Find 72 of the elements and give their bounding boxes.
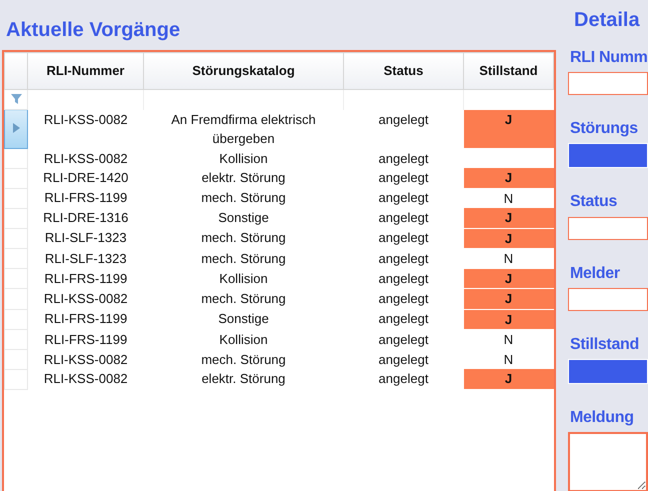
column-header[interactable]: Status: [344, 52, 464, 90]
table-cell-text: mech. Störung: [200, 250, 287, 268]
table-cell: J: [464, 268, 554, 288]
table-cell-text: elektr. Störung: [200, 169, 286, 187]
table-cell-text: elektr. Störung: [200, 370, 286, 388]
table-cell-text: mech. Störung: [200, 189, 287, 207]
table-cell: RLI-KSS-0082: [28, 110, 144, 148]
input-field[interactable]: [568, 72, 648, 96]
dropdown-field[interactable]: [568, 143, 648, 168]
table-cell-text: mech. Störung: [200, 290, 287, 308]
table-cell-text: angelegt: [378, 270, 430, 288]
panel-title: Aktuelle Vorgänge: [6, 18, 182, 42]
table-cell-text: angelegt: [378, 350, 430, 369]
column-header[interactable]: Störungskatalog: [144, 52, 344, 90]
table-cell: J: [464, 288, 554, 309]
table-cell-text: angelegt: [378, 370, 430, 388]
table-cell-text: angelegt: [378, 310, 430, 328]
input-field[interactable]: [568, 216, 648, 240]
table-cell: RLI-FRS-1199: [28, 268, 144, 288]
text-area[interactable]: [568, 432, 648, 491]
table-cell: J: [464, 208, 554, 228]
field-label: Melder: [570, 264, 621, 283]
field-label: RLI Numm: [570, 48, 648, 68]
table-cell-text: Kollision: [218, 330, 269, 348]
table-cell-text: angelegt: [378, 150, 430, 168]
table-cell: RLI-KSS-0082: [28, 288, 144, 309]
table-cell: J: [464, 228, 554, 248]
row-header[interactable]: [4, 110, 28, 148]
table-cell-text: mech. Störung: [200, 350, 287, 369]
current-row-icon: [12, 123, 20, 133]
table-cell-text: angelegt: [378, 229, 430, 247]
table-cell: N: [464, 350, 554, 369]
table-cell-text: mech. Störung: [200, 229, 287, 247]
filter-icon[interactable]: [10, 94, 22, 104]
table-cell-text: angelegt: [378, 250, 430, 268]
table-cell: RLI-KSS-0082: [28, 369, 144, 389]
table-cell: RLI-SLF-1323: [28, 228, 144, 248]
panel-title: Detaila: [574, 8, 641, 32]
table-cell: N: [464, 188, 554, 208]
table-cell: J: [464, 168, 554, 188]
field-label: Status: [570, 192, 618, 212]
table-cell: RLI-FRS-1199: [28, 330, 144, 350]
table-cell: angelegt: [344, 110, 464, 148]
table-cell: RLI-DRE-1316: [28, 208, 144, 228]
table-cell-text: Sonstige: [217, 310, 270, 328]
table-cell-text: Sonstige: [217, 209, 270, 227]
column-header[interactable]: RLI-Nummer: [28, 52, 144, 90]
table-cell-text: angelegt: [378, 169, 430, 187]
table-cell-text: angelegt: [378, 330, 430, 349]
table-cell-text: angelegt: [378, 290, 430, 308]
field-label: Meldung: [570, 408, 635, 428]
table-cell: RLI-SLF-1323: [28, 248, 144, 268]
table-cell-text: N: [502, 331, 514, 349]
table-cell-text: angelegt: [378, 189, 430, 207]
table-cell: RLI-FRS-1199: [28, 188, 144, 208]
dropdown-field[interactable]: [568, 358, 648, 384]
table-cell: J: [464, 110, 554, 148]
table-cell-text: Kollision: [218, 270, 269, 288]
field-label: Stillstand: [570, 334, 640, 354]
field-label: Störungs: [570, 119, 639, 138]
table-cell: RLI-DRE-1420: [28, 168, 144, 188]
table-cell: An Fremdfirma elektrisch übergeben: [144, 110, 344, 148]
table-cell: J: [464, 369, 554, 389]
table-cell: J: [464, 309, 554, 330]
table-cell: RLI-FRS-1199: [28, 309, 144, 330]
table-cell-text: N: [502, 250, 514, 268]
table-cell-text: Kollision: [218, 150, 269, 168]
input-field[interactable]: [568, 288, 648, 311]
column-header[interactable]: Stillstand: [464, 52, 554, 90]
table-cell-text: angelegt: [378, 209, 430, 227]
table-cell: RLI-KSS-0082: [28, 148, 144, 168]
table-cell: RLI-KSS-0082: [28, 350, 144, 369]
